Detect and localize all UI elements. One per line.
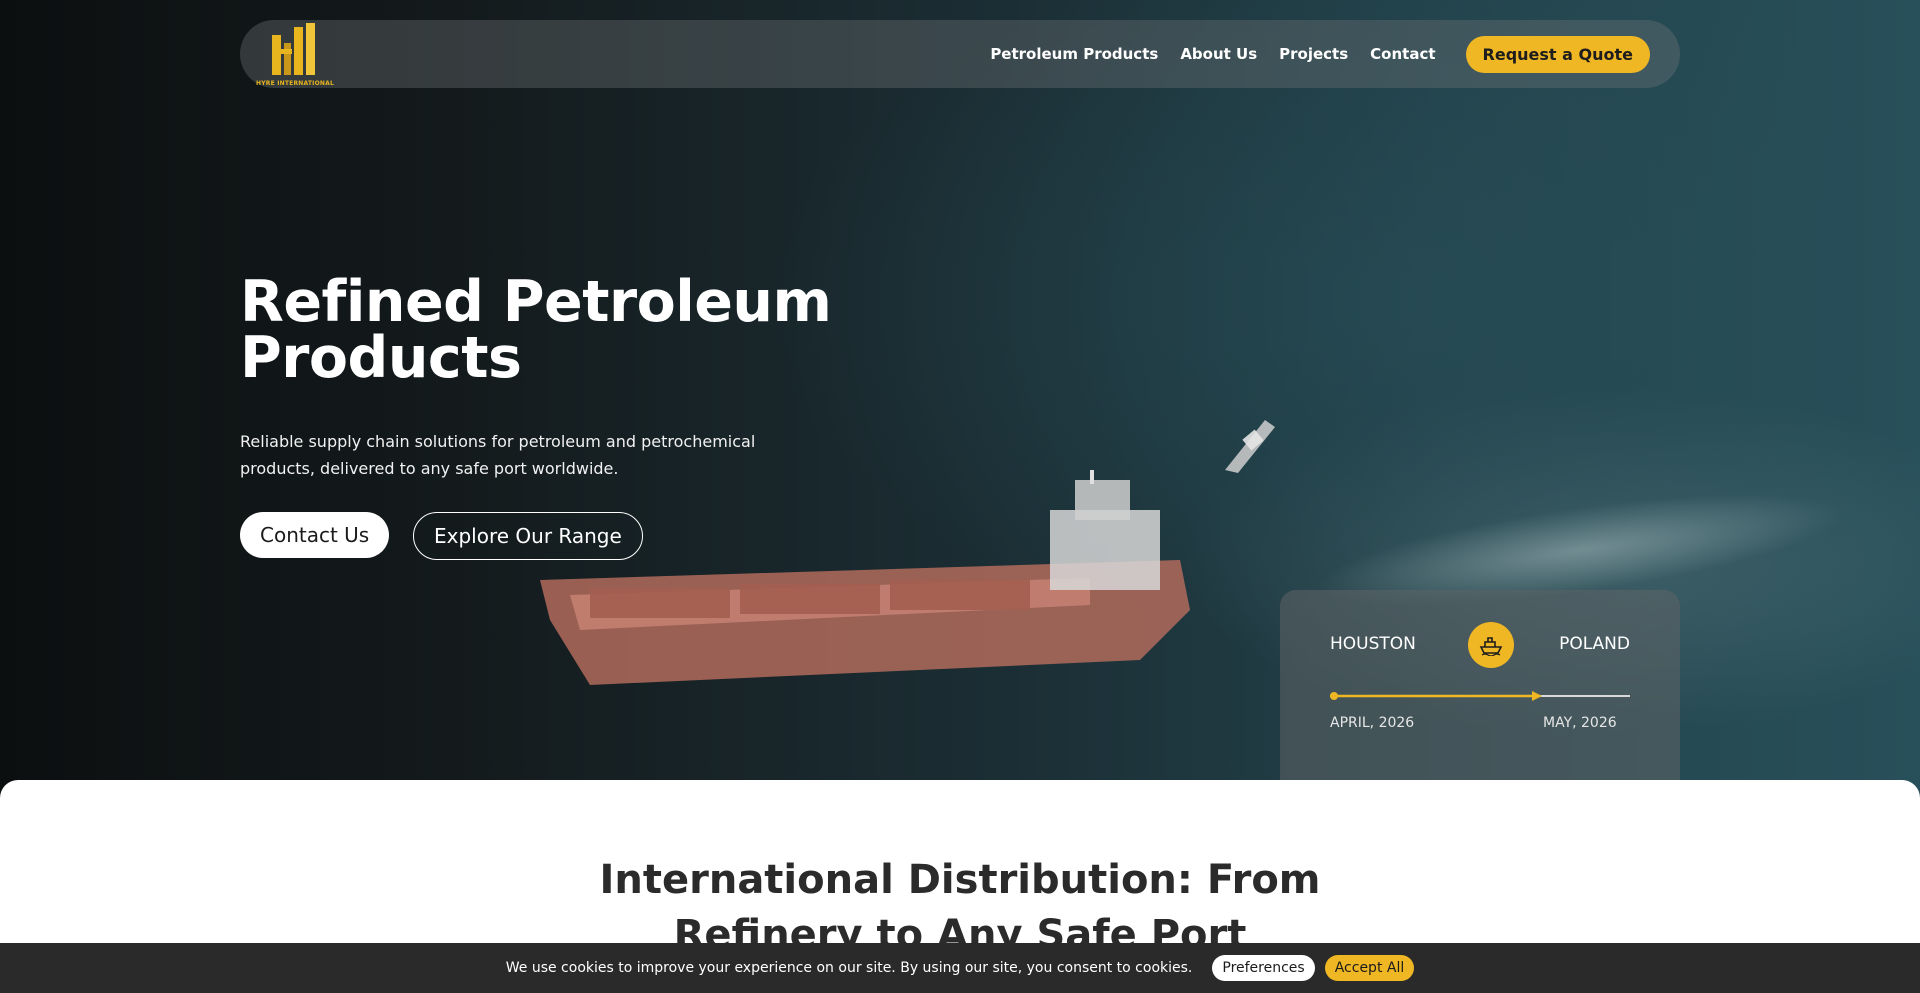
- hero-section: HYRE INTERNATIONAL Petroleum Products Ab…: [0, 0, 1920, 800]
- nav-link-about-us[interactable]: About Us: [1180, 45, 1257, 63]
- ship-badge: [1468, 622, 1514, 668]
- route-start-dot: [1330, 692, 1338, 700]
- logo-icon: [272, 23, 315, 75]
- nav-link-petroleum-products[interactable]: Petroleum Products: [990, 45, 1158, 63]
- nav-menu: Petroleum Products About Us Projects Con…: [968, 35, 1650, 73]
- cookie-preferences-button[interactable]: Preferences: [1212, 955, 1315, 981]
- route-destination: POLAND: [1559, 634, 1630, 654]
- shipping-route-card: HOUSTON POLAND APRIL, 2026 MAY, 2026: [1280, 590, 1680, 800]
- route-progress-arrow: [1532, 691, 1542, 701]
- explore-range-button[interactable]: Explore Our Range: [413, 512, 643, 560]
- tugboat-image: [1225, 420, 1275, 473]
- route-origin: HOUSTON: [1330, 634, 1416, 654]
- nav-link-projects[interactable]: Projects: [1279, 45, 1348, 63]
- contact-us-button[interactable]: Contact Us: [240, 512, 390, 558]
- logo-text: HYRE INTERNATIONAL: [256, 80, 334, 87]
- cookie-accept-button[interactable]: Accept All: [1324, 955, 1415, 981]
- request-quote-button[interactable]: Request a Quote: [1465, 35, 1650, 73]
- cookie-banner: We use cookies to improve your experienc…: [0, 943, 1920, 993]
- nav-link-contact[interactable]: Contact: [1370, 45, 1435, 63]
- route-progress-bar: [1330, 691, 1630, 701]
- hero-title: Refined Petroleum Products: [240, 269, 832, 391]
- cargo-ship-image: [540, 470, 1190, 685]
- ship-icon: [1479, 637, 1503, 656]
- route-destination-date: MAY, 2026: [1543, 715, 1617, 731]
- logo[interactable]: HYRE INTERNATIONAL: [256, 21, 334, 87]
- hero-subtitle: Reliable supply chain solutions for petr…: [240, 432, 756, 478]
- cookie-message: We use cookies to improve your experienc…: [505, 960, 1193, 976]
- navbar: HYRE INTERNATIONAL Petroleum Products Ab…: [240, 20, 1680, 88]
- route-origin-date: APRIL, 2026: [1330, 715, 1415, 731]
